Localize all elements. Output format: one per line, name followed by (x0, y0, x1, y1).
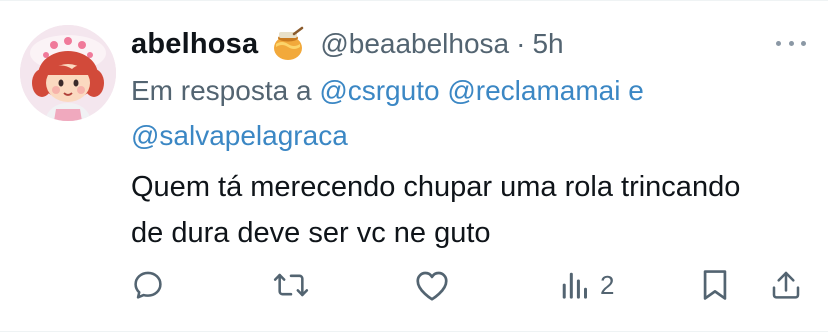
views-count: 2 (600, 269, 615, 300)
mention-link[interactable]: @reclamamai (447, 75, 620, 106)
strawberry-shortcake-avatar-icon (20, 25, 116, 121)
tweet-text-line: de dura deve ser vc ne guto (131, 217, 491, 249)
tweet-text-line: Quem tá merecendo chupar uma rola trinca… (131, 171, 741, 203)
views-button[interactable]: 2 (560, 262, 614, 308)
mention-link[interactable]: @salvapelagraca (131, 120, 348, 151)
retweet-icon (273, 273, 309, 297)
mention-link[interactable]: @csrguto (319, 75, 439, 106)
bookmark-icon (703, 270, 727, 300)
bookmark-button[interactable] (700, 262, 730, 308)
more-options-icon[interactable] (776, 38, 806, 48)
avatar[interactable] (20, 25, 116, 121)
timestamp[interactable]: 5h (532, 28, 563, 60)
views-icon (562, 272, 587, 299)
author-handle[interactable]: @beaabelhosa (320, 28, 509, 60)
tweet-text: Quem tá merecendo chupar uma rola trinca… (131, 164, 811, 256)
display-name[interactable]: abelhosa (131, 28, 258, 61)
reply-button[interactable] (131, 262, 165, 308)
action-bar: 2 (0, 262, 828, 308)
separator-dot: · (516, 28, 526, 59)
retweet-button[interactable] (272, 262, 310, 308)
honey-pot-icon (270, 26, 306, 62)
like-button[interactable] (414, 262, 450, 308)
reply-conjunction: e (628, 75, 644, 106)
top-divider (0, 0, 828, 1)
share-button[interactable] (770, 262, 802, 308)
reply-icon (134, 271, 162, 299)
reply-prefix: Em resposta a (131, 75, 312, 106)
share-icon (772, 271, 800, 299)
heart-icon (416, 271, 448, 301)
tweet-header: abelhosa @beaabelhosa · 5h (131, 24, 564, 64)
reply-context: Em resposta a @csrguto @reclamamai e @sa… (131, 68, 791, 158)
